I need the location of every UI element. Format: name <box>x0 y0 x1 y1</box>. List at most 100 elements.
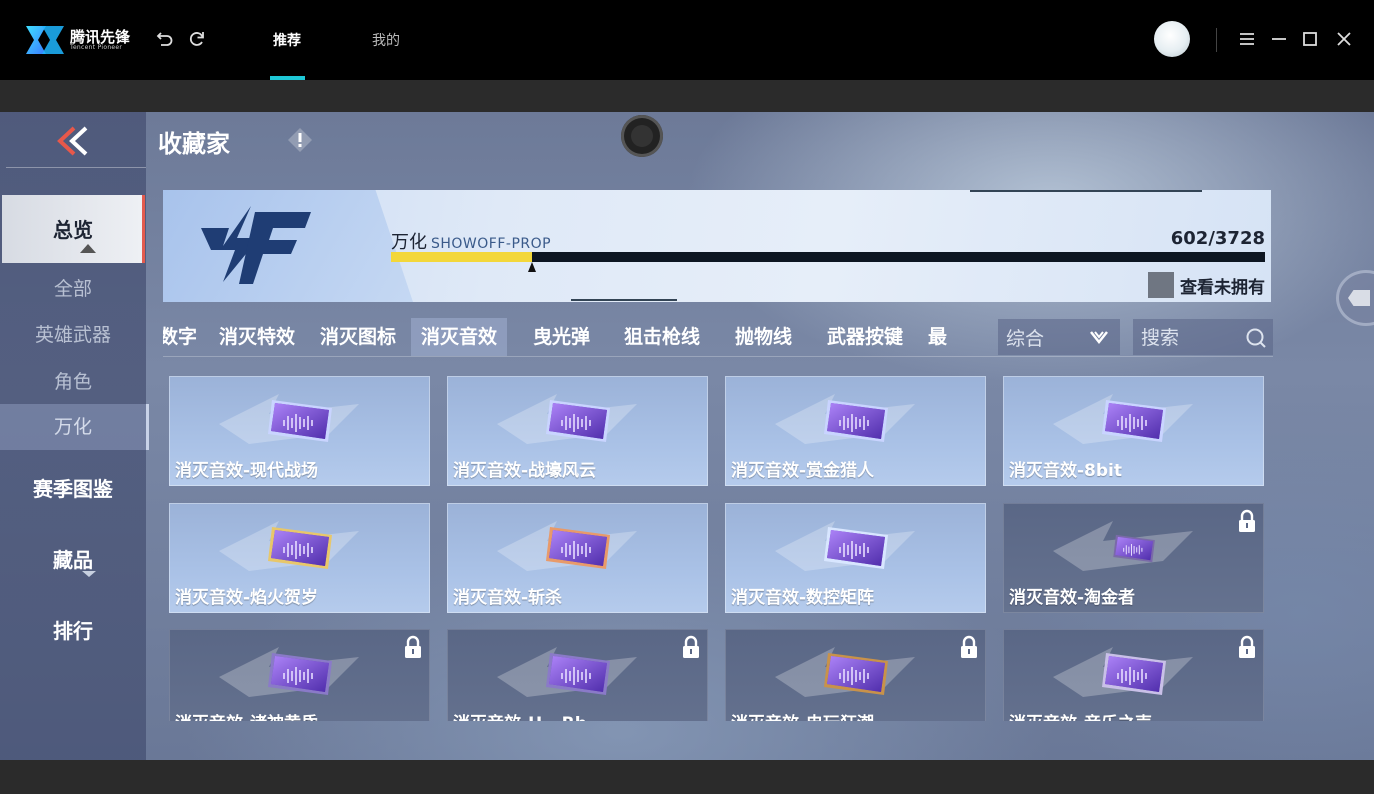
minimize-icon[interactable] <box>1270 30 1288 48</box>
item-card[interactable]: 消灭音效-8bit <box>1003 376 1264 486</box>
item-card[interactable]: 消灭音效-淘金者 <box>1003 503 1264 613</box>
sound-card-icon <box>824 527 888 569</box>
search-input[interactable] <box>1139 323 1243 353</box>
sidebar-divider <box>6 167 146 168</box>
back-icon[interactable] <box>155 29 175 49</box>
filter-parabola[interactable]: 抛物线 <box>735 318 792 356</box>
app-name-en: Tencent Pioneer <box>70 44 123 51</box>
sidebar-label-overview: 总览 <box>53 218 93 242</box>
toolbar-strip <box>0 80 1374 112</box>
item-card[interactable]: 消灭音效-电玩狂潮 <box>725 629 986 721</box>
item-card[interactable]: 消灭音效-赏金猎人 <box>725 376 986 486</box>
item-card-name: 消灭音效-数控矩阵 <box>731 588 875 608</box>
banner-subtitle: SHOWOFF-PROP <box>431 236 552 252</box>
lock-icon <box>683 635 699 658</box>
sound-card-icon <box>1102 653 1166 695</box>
sound-card-icon <box>824 400 888 442</box>
item-card-name: 消灭音效-赏金猎人 <box>731 461 875 481</box>
lock-icon <box>1239 509 1255 532</box>
item-card-name: 消灭音效-H...Rh... <box>453 709 606 721</box>
item-card[interactable]: 消灭音效-音乐之声 <box>1003 629 1264 721</box>
sidebar-sub-characters[interactable]: 角色 <box>0 367 146 394</box>
expand-arrow-icon <box>82 571 96 577</box>
sound-card-icon <box>546 400 610 442</box>
sound-card-icon <box>824 653 888 695</box>
menu-icon[interactable] <box>1238 30 1256 48</box>
maximize-icon[interactable] <box>1301 30 1319 48</box>
lock-icon <box>961 635 977 658</box>
camera-notch <box>621 115 663 157</box>
search-icon[interactable] <box>1245 327 1267 349</box>
sound-card-icon <box>268 527 332 569</box>
avatar[interactable] <box>1154 21 1190 57</box>
sidebar-sub-all[interactable]: 全部 <box>0 274 146 301</box>
view-unowned-toggle[interactable]: 查看未拥有 <box>1148 272 1265 298</box>
item-card[interactable]: 消灭音效-诸神黄昏 <box>169 629 430 721</box>
item-card[interactable]: 消灭音效-H...Rh... <box>447 629 708 721</box>
item-card[interactable]: 消灭音效-现代战场 <box>169 376 430 486</box>
close-icon[interactable] <box>1335 30 1353 48</box>
game-sidebar: 总览 全部 英雄武器 角色 万化 赛季图鉴 藏品 排行 <box>0 112 149 760</box>
banner-title: 万化 <box>391 232 427 253</box>
filter-sniper-line[interactable]: 狙击枪线 <box>624 318 700 356</box>
sort-label: 综合 <box>1006 328 1045 350</box>
filter-divider <box>163 356 1273 357</box>
item-card-name: 消灭音效-诸神黄昏 <box>175 709 318 721</box>
bottom-strip <box>0 760 1374 794</box>
collection-count: 602/3728 <box>1170 228 1265 249</box>
refresh-icon[interactable] <box>187 29 207 49</box>
item-card[interactable]: 消灭音效-斩杀 <box>447 503 708 613</box>
tab-mine[interactable]: 我的 <box>372 30 400 50</box>
item-card-name: 消灭音效-淘金者 <box>1009 588 1136 608</box>
collection-banner: 万化 SHOWOFF-PROP 602/3728 查看未拥有 <box>163 190 1271 302</box>
tab-recommended[interactable]: 推荐 <box>273 30 301 50</box>
filter-tracer[interactable]: 曳光弹 <box>533 318 590 356</box>
app-logo[interactable]: 腾讯先锋 Tencent Pioneer <box>24 20 134 60</box>
banner-decoration <box>571 299 677 301</box>
info-icon[interactable] <box>287 127 313 153</box>
collection-progress-fill <box>391 252 533 262</box>
banner-decoration <box>970 190 1202 192</box>
item-card-name: 消灭音效-战壕风云 <box>453 461 597 481</box>
filter-weapon-button[interactable]: 武器按键 <box>827 318 903 356</box>
item-card[interactable]: 消灭音效-数控矩阵 <box>725 503 986 613</box>
sound-card-icon <box>546 653 610 695</box>
cf-logo-icon <box>201 206 311 284</box>
page-title: 收藏家 <box>158 130 230 158</box>
game-back-icon[interactable] <box>52 126 92 156</box>
category-filter-bar: 数字 消灭特效 消灭图标 消灭音效 曳光弹 狙击枪线 抛物线 武器按键 最 <box>163 318 1003 356</box>
sound-card-icon <box>1102 400 1166 442</box>
filter-more[interactable]: 最 <box>928 318 947 356</box>
item-card[interactable]: 消灭音效-焰火贺岁 <box>169 503 430 613</box>
sort-dropdown[interactable]: 综合 <box>998 319 1120 355</box>
sidebar-item-ranking[interactable]: 排行 <box>0 615 146 644</box>
app-logo-icon <box>26 26 64 54</box>
item-grid: 消灭音效-现代战场 消灭音效-战壕风云 消灭音效-赏金猎人 消灭音效-8bit 消灭音效… <box>169 376 1267 721</box>
item-card-name: 消灭音效-现代战场 <box>175 461 319 481</box>
sound-card-icon <box>268 653 332 695</box>
lock-icon <box>405 635 421 658</box>
side-drawer-handle[interactable] <box>1336 270 1374 326</box>
filter-kill-sound[interactable]: 消灭音效 <box>411 318 508 356</box>
item-card-name: 消灭音效-8bit <box>1009 461 1123 481</box>
item-card-name: 消灭音效-电玩狂潮 <box>731 709 874 721</box>
divider <box>1216 28 1217 52</box>
sidebar-item-collection[interactable]: 藏品 <box>0 544 146 573</box>
filter-kill-effect[interactable]: 消灭特效 <box>219 318 295 356</box>
filter-kill-icon[interactable]: 消灭图标 <box>320 318 396 356</box>
filter-number[interactable]: 数字 <box>163 318 197 356</box>
lock-icon <box>1239 635 1255 658</box>
search-box <box>1133 319 1273 355</box>
sidebar-item-season-atlas[interactable]: 赛季图鉴 <box>0 473 146 502</box>
game-viewport: 总览 全部 英雄武器 角色 万化 赛季图鉴 藏品 排行 收藏家 万化 SHOWOF… <box>0 112 1374 760</box>
chevron-down-icon <box>1090 331 1108 345</box>
sidebar-sub-hero-weapons[interactable]: 英雄武器 <box>0 320 146 347</box>
view-unowned-checkbox[interactable] <box>1148 272 1174 298</box>
item-card-name: 消灭音效-焰火贺岁 <box>175 588 319 608</box>
collection-progress-bar <box>391 252 1265 262</box>
sound-card-icon <box>1113 534 1155 563</box>
sidebar-sub-wanhua[interactable]: 万化 <box>0 404 149 450</box>
item-card-name: 消灭音效-音乐之声 <box>1009 709 1152 721</box>
item-card[interactable]: 消灭音效-战壕风云 <box>447 376 708 486</box>
collapse-arrow-icon <box>80 244 96 253</box>
